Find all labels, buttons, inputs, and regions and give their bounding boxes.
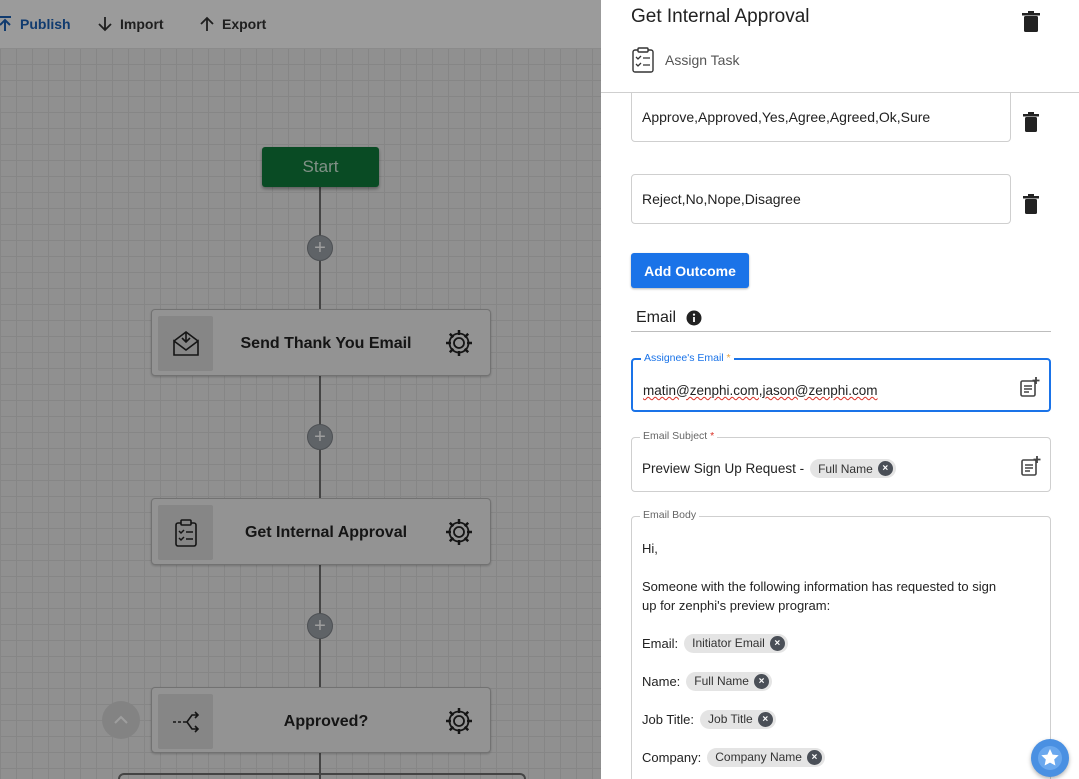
remove-chip-icon[interactable]: ×	[753, 673, 769, 689]
workflow-canvas[interactable]: Publish Import Export Start + + + Send T…	[0, 0, 601, 779]
email-section-title: Email	[636, 309, 702, 327]
email-body-line: Name: Full Name ×	[642, 671, 772, 691]
insert-variable-icon[interactable]	[1018, 376, 1040, 398]
email-subject-field[interactable]: Email Subject * Preview Sign Up Request …	[631, 430, 1051, 492]
email-body-field[interactable]: Email Body Hi, Someone with the followin…	[631, 509, 1051, 779]
email-subject-value: Preview Sign Up Request - Full Name ×	[642, 459, 896, 478]
remove-chip-icon[interactable]: ×	[757, 711, 773, 727]
trash-icon[interactable]	[1021, 11, 1041, 33]
panel-title: Get Internal Approval	[631, 6, 810, 27]
remove-chip-icon[interactable]: ×	[769, 635, 785, 651]
email-body-line: Email: Initiator Email ×	[642, 633, 788, 653]
email-body-paragraph: Someone with the following information h…	[642, 579, 997, 613]
remove-chip-icon[interactable]: ×	[877, 461, 893, 476]
add-outcome-button[interactable]: Add Outcome	[631, 253, 749, 288]
modal-backdrop[interactable]	[0, 0, 601, 779]
divider	[631, 331, 1051, 332]
field-label: Email Body	[640, 509, 700, 521]
remove-chip-icon[interactable]: ×	[806, 749, 822, 765]
outcome-input[interactable]: Reject,No,Nope,Disagree	[631, 174, 1011, 224]
field-label: Email Subject *	[640, 430, 718, 442]
outcome-value: Reject,No,Nope,Disagree	[642, 191, 801, 207]
email-body-line: Company: Company Name ×	[642, 747, 825, 767]
trash-icon[interactable]	[1022, 112, 1040, 132]
star-icon	[1038, 746, 1062, 770]
step-settings-panel: Get Internal Approval Assign Task Approv…	[601, 0, 1079, 779]
clipboard-icon	[632, 47, 654, 73]
insert-variable-icon[interactable]	[1019, 455, 1041, 477]
email-section-label: Email	[636, 309, 677, 326]
field-label: Assignee's Email *	[641, 352, 734, 364]
variable-chip[interactable]: Full Name ×	[810, 459, 896, 478]
panel-header: Get Internal Approval Assign Task	[601, 0, 1079, 93]
assignee-email-value: matin@zenphi.com,jason@zenphi.com	[643, 383, 878, 398]
email-body-greeting: Hi,	[642, 541, 658, 556]
feedback-button[interactable]	[1031, 739, 1069, 777]
assignee-email-field[interactable]: Assignee's Email * matin@zenphi.com,jaso…	[631, 352, 1051, 412]
variable-chip[interactable]: Company Name ×	[707, 747, 825, 767]
outcome-input[interactable]: Approve,Approved,Yes,Agree,Agreed,Ok,Sur…	[631, 92, 1011, 142]
email-body-line: Job Title: Job Title ×	[642, 709, 776, 729]
trash-icon[interactable]	[1022, 194, 1040, 214]
info-icon[interactable]	[686, 310, 702, 326]
task-type-label: Assign Task	[665, 52, 740, 68]
variable-chip[interactable]: Job Title ×	[700, 709, 776, 729]
outcome-value: Approve,Approved,Yes,Agree,Agreed,Ok,Sur…	[642, 109, 931, 125]
variable-chip[interactable]: Full Name ×	[686, 671, 772, 691]
variable-chip[interactable]: Initiator Email ×	[684, 633, 788, 653]
